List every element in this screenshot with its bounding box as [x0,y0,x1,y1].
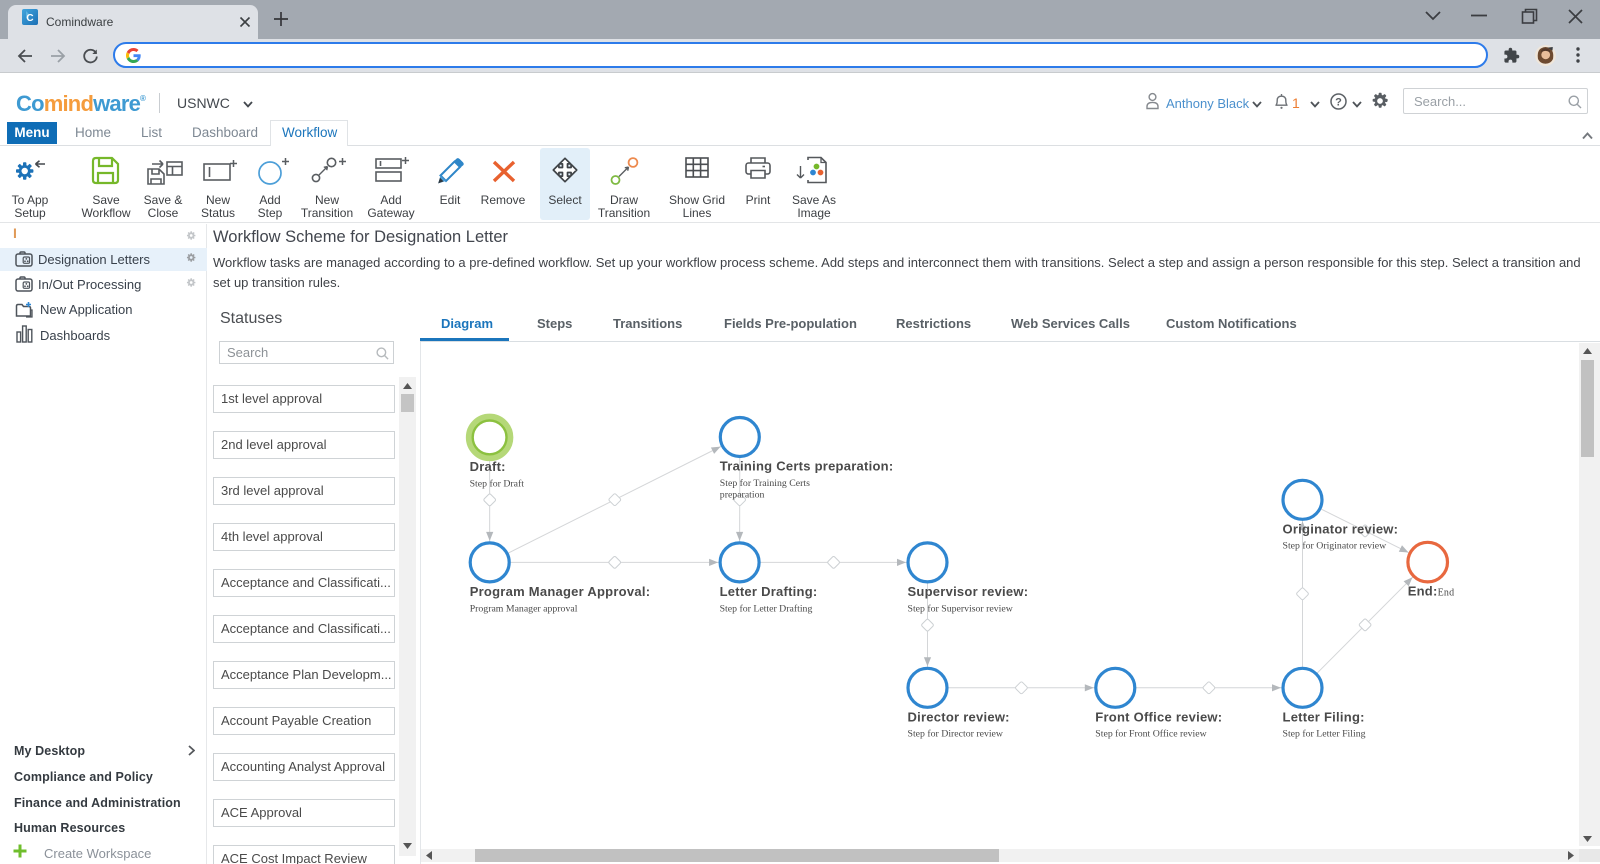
svg-text:Step for Director review: Step for Director review [908,729,1004,740]
svg-text:Program Manager approval: Program Manager approval [470,603,578,614]
svg-text:Letter Drafting:: Letter Drafting: [720,584,818,599]
svg-text:Step for Training Certs: Step for Training Certs [720,478,810,489]
svg-text:End:End: End:End [1408,584,1455,599]
svg-text:Draft:: Draft: [470,459,506,474]
svg-text:preparation: preparation [720,490,765,501]
svg-text:Front Office review:: Front Office review: [1095,709,1222,724]
svg-text:Supervisor review:: Supervisor review: [908,584,1029,599]
svg-text:Director review:: Director review: [908,709,1010,724]
svg-text:Step for Originator review: Step for Originator review [1283,541,1388,552]
svg-text:Step for Letter Filing: Step for Letter Filing [1283,729,1366,740]
svg-text:Training Certs preparation:: Training Certs preparation: [720,459,894,474]
svg-text:Originator review:: Originator review: [1283,521,1399,536]
svg-text:Program Manager Approval:: Program Manager Approval: [470,584,651,599]
svg-text:?: ? [1335,96,1342,108]
svg-text:Step for Letter Drafting: Step for Letter Drafting [720,603,813,614]
svg-text:Letter Filing:: Letter Filing: [1283,709,1365,724]
svg-text:Step for Supervisor review: Step for Supervisor review [908,603,1014,614]
svg-text:Step for Draft: Step for Draft [470,478,525,489]
svg-text:Step for Front Office review: Step for Front Office review [1095,729,1207,740]
svg-text:C: C [26,13,33,24]
